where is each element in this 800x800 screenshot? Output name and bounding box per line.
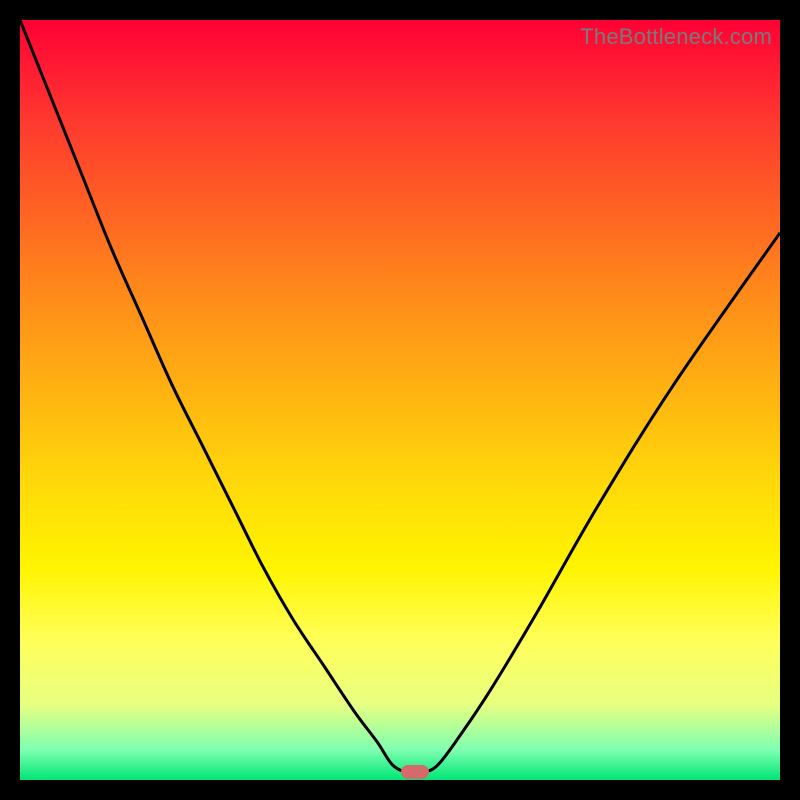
plot-area: TheBottleneck.com <box>20 20 780 780</box>
curve-path <box>20 20 780 773</box>
chart-frame: TheBottleneck.com <box>0 0 800 800</box>
optimum-marker <box>401 765 429 779</box>
bottleneck-curve <box>20 20 780 780</box>
